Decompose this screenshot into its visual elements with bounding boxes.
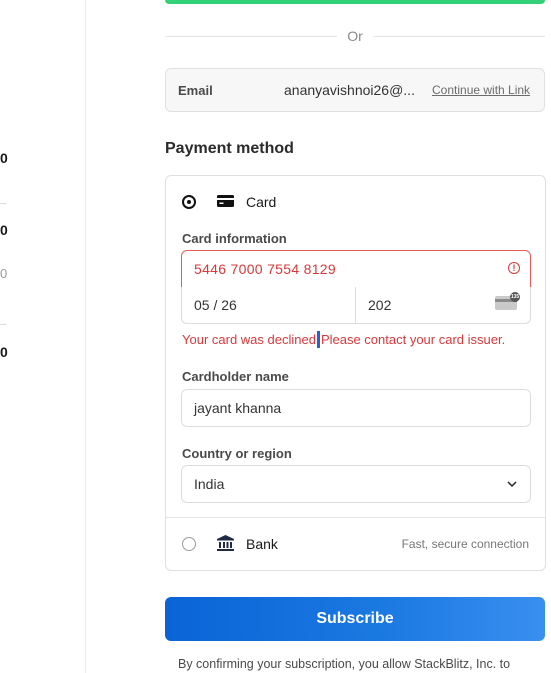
subscribe-button[interactable]: Subscribe [165,597,545,641]
cardholder-name-label: Cardholder name [182,369,289,384]
payment-method-title: Payment method [165,140,294,157]
email-row: Email ananyavishnoi26@... Continue with … [165,68,545,112]
error-icon: ! [508,262,520,274]
continue-with-link[interactable]: Continue with Link [432,83,530,97]
card-icon [217,195,234,207]
text-cursor [316,331,320,348]
bank-radio[interactable] [182,537,196,551]
cardholder-name-value: jayant khanna [194,400,282,416]
cardholder-name-field[interactable]: jayant khanna [181,389,531,427]
summary-divider [0,203,6,204]
card-number-value: 5446 7000 7554 8129 [194,261,336,277]
card-radio[interactable] [182,195,196,209]
card-information-label: Card information [182,231,287,246]
country-value: India [194,476,225,492]
error-text-end: Please contact your card issuer. [320,332,506,347]
cvc-field[interactable]: 202 [368,297,391,313]
cvc-card-icon: 135 [495,292,520,310]
card-declined-error: Your card was declined Please contact you… [182,331,505,348]
card-number-field[interactable]: 5446 7000 7554 8129 ! [181,250,531,288]
country-label: Country or region [182,446,292,461]
bank-option-label[interactable]: Bank [246,536,278,552]
order-summary-panel: 0 0 0 0 [0,0,86,673]
field-divider [355,287,356,323]
express-pay-button[interactable] [165,0,545,4]
summary-amount-fragment: 0 [0,266,8,281]
summary-amount-fragment: 0 [0,222,8,238]
summary-divider [0,324,6,325]
email-label: Email [178,83,213,98]
payment-method-card: Card Card information 5446 7000 7554 812… [165,175,546,571]
chevron-down-icon [507,481,517,488]
expiry-cvc-row: 05 / 26 202 135 [181,287,531,324]
legal-text: By confirming your subscription, you all… [178,657,511,671]
or-label: Or [347,28,363,44]
bank-icon [217,535,234,551]
summary-total-fragment: 0 [0,344,8,360]
bank-option-note: Fast, secure connection [401,537,529,551]
summary-amount-fragment: 0 [0,150,8,166]
cvc-badge: 135 [510,292,520,302]
option-divider [166,517,545,518]
error-text-start: Your card was declined [182,332,316,347]
country-select[interactable]: India [181,465,531,503]
email-value: ananyavishnoi26@... [284,82,415,98]
or-divider: Or [165,28,545,44]
expiry-field[interactable]: 05 / 26 [194,297,237,313]
card-option-label[interactable]: Card [246,194,276,210]
